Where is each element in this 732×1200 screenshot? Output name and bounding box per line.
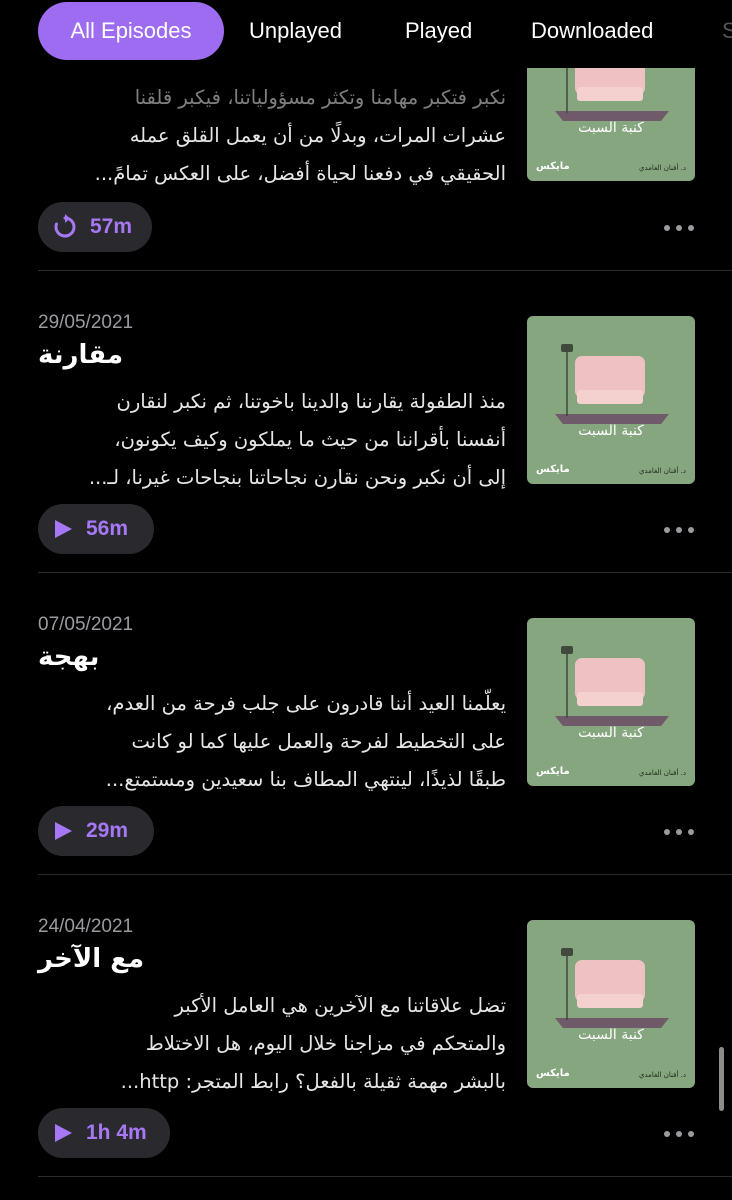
divider xyxy=(38,270,732,271)
divider xyxy=(38,572,732,573)
artwork-title: كنبة السبت xyxy=(578,120,644,136)
more-options-icon[interactable] xyxy=(664,223,694,233)
sofa-illustration xyxy=(555,344,669,424)
filter-unplayed[interactable]: Unplayed xyxy=(249,2,342,60)
description-line: إلى أن نكبر ونحن نقارن نجاحاتنا بنجاحات … xyxy=(88,466,506,489)
artwork-brand: مايكس xyxy=(536,161,570,172)
play-button[interactable]: 1h 4m xyxy=(38,1108,170,1158)
episode-title: مقارنة xyxy=(38,340,124,370)
artwork-author: د. أفنان الغامدي xyxy=(639,1071,686,1079)
description-line: منذ الطفولة يقارننا والدينا باخوتنا، ثم … xyxy=(116,390,506,413)
play-icon xyxy=(55,822,72,840)
scrollbar[interactable] xyxy=(719,1047,724,1111)
description-line: الحقيقي في دفعنا لحياة أفضل، على العكس ت… xyxy=(94,162,506,185)
episode-date: 24/04/2021 xyxy=(38,916,134,937)
artwork-brand: مايكس xyxy=(536,464,570,475)
artwork-title: كنبة السبت xyxy=(578,1027,644,1043)
filter-played[interactable]: Played xyxy=(405,2,472,60)
description-line: طبقًا لذيذًا، لينتهي المطاف بنا سعيدين و… xyxy=(105,768,506,791)
artwork-brand: مايكس xyxy=(536,766,570,777)
divider xyxy=(38,1176,732,1177)
episode-date: 07/05/2021 xyxy=(38,614,134,635)
play-icon xyxy=(55,520,72,538)
artwork-author: د. أفنان الغامدي xyxy=(639,164,686,172)
artwork-title: كنبة السبت xyxy=(578,423,644,439)
more-options-icon[interactable] xyxy=(664,827,694,837)
description-line: عشرات المرات، وبدلًا من أن يعمل القلق عم… xyxy=(129,124,506,147)
artwork-brand: مايكس xyxy=(536,1068,570,1079)
episode-description: نكبر فتكبر مهامنا وتكثر مسؤولياتنا، فيكب… xyxy=(36,79,506,193)
description-line: على التخطيط لفرحة والعمل عليها كما لو كا… xyxy=(131,730,506,753)
description-line: يعلّمنا العيد أننا قادرون على جلب فرحة م… xyxy=(106,692,506,715)
play-icon xyxy=(55,1124,72,1142)
replay-icon xyxy=(54,214,76,238)
play-button[interactable]: 56m xyxy=(38,504,154,554)
episode-artwork: كنبة السبت مايكس د. أفنان الغامدي xyxy=(527,618,695,786)
divider xyxy=(38,874,732,875)
episode-duration: 56m xyxy=(86,517,129,540)
filter-next-truncated[interactable]: S xyxy=(722,2,732,60)
episode-filter-bar: All Episodes Unplayed Played Downloaded … xyxy=(0,0,732,68)
episode-duration: 1h 4m xyxy=(86,1121,147,1144)
sofa-illustration xyxy=(555,646,669,726)
resume-button[interactable]: 57m xyxy=(38,202,152,252)
description-line: نكبر فتكبر مهامنا وتكثر مسؤولياتنا، فيكب… xyxy=(134,86,506,109)
artwork-author: د. أفنان الغامدي xyxy=(639,769,686,777)
description-line: تضل علاقاتنا مع الآخرين هي العامل الأكبر xyxy=(174,994,506,1017)
filter-all-episodes[interactable]: All Episodes xyxy=(38,2,224,60)
episode-duration: 29m xyxy=(86,819,129,842)
episode-description: يعلّمنا العيد أننا قادرون على جلب فرحة م… xyxy=(36,685,506,799)
artwork-author: د. أفنان الغامدي xyxy=(639,467,686,475)
description-line: بالبشر مهمة ثقيلة بالفعل؟ رابط المتجر: h… xyxy=(120,1070,506,1093)
play-button[interactable]: 29m xyxy=(38,806,154,856)
episode-description: منذ الطفولة يقارننا والدينا باخوتنا، ثم … xyxy=(36,383,506,497)
artwork-title: كنبة السبت xyxy=(578,725,644,741)
episode-description: تضل علاقاتنا مع الآخرين هي العامل الأكبر… xyxy=(36,987,506,1101)
episode-artwork: كنبة السبت مايكس د. أفنان الغامدي xyxy=(527,920,695,1088)
sofa-illustration xyxy=(555,948,669,1028)
more-options-icon[interactable] xyxy=(664,1129,694,1139)
filter-downloaded[interactable]: Downloaded xyxy=(531,2,653,60)
description-line: أنفسنا بأقراننا من حيث ما يملكون وكيف يك… xyxy=(114,428,506,451)
episode-duration: 57m xyxy=(90,215,133,238)
episode-title: بهجة xyxy=(38,642,100,672)
episode-title: مع الآخر xyxy=(38,944,145,974)
more-options-icon[interactable] xyxy=(664,525,694,535)
episode-artwork: كنبة السبت مايكس د. أفنان الغامدي xyxy=(527,316,695,484)
description-line: والمتحكم في مزاجنا خلال اليوم، هل الاختل… xyxy=(145,1032,506,1055)
episode-date: 29/05/2021 xyxy=(38,312,134,333)
